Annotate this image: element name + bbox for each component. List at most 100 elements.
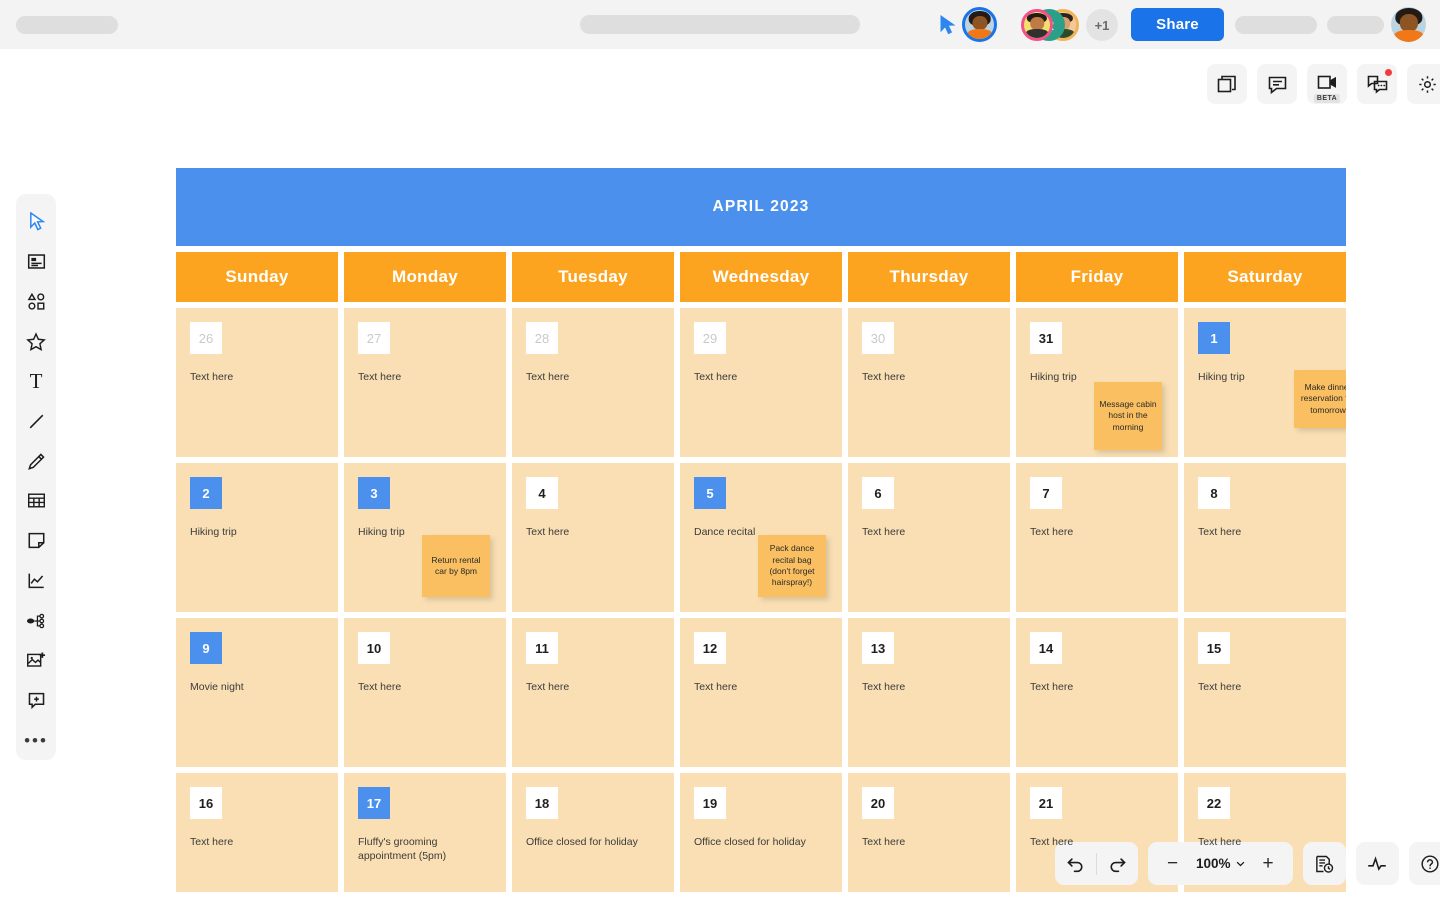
day-cell-text[interactable]: Text here <box>862 525 992 539</box>
gear-icon[interactable] <box>1407 64 1440 104</box>
sticky-note[interactable]: Return rental car by 8pm <box>422 535 490 597</box>
calendar-day-cell[interactable]: 8 Text here <box>1184 463 1346 612</box>
star-icon[interactable] <box>16 322 56 362</box>
day-number[interactable]: 5 <box>694 477 726 509</box>
calendar-day-cell[interactable]: 3 Hiking trip Return rental car by 8pm <box>344 463 506 612</box>
day-cell-text[interactable]: Text here <box>1198 835 1328 849</box>
calendar-day-header[interactable]: Friday <box>1016 252 1178 302</box>
sticky-note-tool[interactable] <box>16 521 56 561</box>
calendar-day-cell[interactable]: 4 Text here <box>512 463 674 612</box>
calendar-day-cell[interactable]: 27 Text here <box>344 308 506 457</box>
day-number[interactable]: 29 <box>694 322 726 354</box>
day-cell-text[interactable]: Text here <box>1198 525 1328 539</box>
day-cell-text[interactable]: Text here <box>694 680 824 694</box>
frames-icon[interactable] <box>1207 64 1247 104</box>
calendar-day-header[interactable]: Sunday <box>176 252 338 302</box>
day-number[interactable]: 16 <box>190 787 222 819</box>
calendar-day-cell[interactable]: 11 Text here <box>512 618 674 767</box>
day-number[interactable]: 10 <box>358 632 390 664</box>
day-number[interactable]: 11 <box>526 632 558 664</box>
avatar-account[interactable] <box>1391 7 1426 42</box>
calendar-day-cell[interactable]: 18 Office closed for holiday <box>512 773 674 892</box>
calendar-day-cell[interactable]: 6 Text here <box>848 463 1010 612</box>
day-cell-text[interactable]: Text here <box>190 370 320 384</box>
calendar-day-header[interactable]: Monday <box>344 252 506 302</box>
calendar-day-cell[interactable]: 31 Hiking trip Message cabin host in the m… <box>1016 308 1178 457</box>
day-number[interactable]: 14 <box>1030 632 1062 664</box>
day-number[interactable]: 9 <box>190 632 222 664</box>
day-number[interactable]: 6 <box>862 477 894 509</box>
avatar-overflow-count[interactable]: +1 <box>1086 9 1118 41</box>
calendar-day-cell[interactable]: 7 Text here <box>1016 463 1178 612</box>
calendar-day-header[interactable]: Wednesday <box>680 252 842 302</box>
day-cell-text[interactable]: Text here <box>1198 680 1328 694</box>
calendar-day-cell[interactable]: 13 Text here <box>848 618 1010 767</box>
day-number[interactable]: 30 <box>862 322 894 354</box>
day-cell-text[interactable]: Text here <box>694 370 824 384</box>
mindmap-tool[interactable] <box>16 601 56 641</box>
calendar-day-header[interactable]: Thursday <box>848 252 1010 302</box>
day-number[interactable]: 28 <box>526 322 558 354</box>
calendar-day-cell[interactable]: 26 Text here <box>176 308 338 457</box>
day-number[interactable]: 21 <box>1030 787 1062 819</box>
day-cell-text[interactable]: Movie night <box>190 680 320 694</box>
day-number[interactable]: 31 <box>1030 322 1062 354</box>
day-number[interactable]: 12 <box>694 632 726 664</box>
comment-icon[interactable] <box>1257 64 1297 104</box>
day-cell-text[interactable]: Text here <box>1030 525 1160 539</box>
line-tool[interactable] <box>16 401 56 441</box>
calendar-day-header[interactable]: Tuesday <box>512 252 674 302</box>
day-number[interactable]: 3 <box>358 477 390 509</box>
day-cell-text[interactable]: Text here <box>862 835 992 849</box>
day-number[interactable]: 2 <box>190 477 222 509</box>
day-cell-text[interactable]: Hiking trip <box>190 525 320 539</box>
upload-image-tool[interactable] <box>16 640 56 680</box>
day-cell-text[interactable]: Text here <box>1030 835 1160 849</box>
board-title-placeholder[interactable] <box>580 15 860 34</box>
header-right-placeholder-1[interactable] <box>1235 16 1317 34</box>
day-cell-text[interactable]: Office closed for holiday <box>694 835 824 849</box>
day-cell-text[interactable]: Text here <box>358 680 488 694</box>
pen-tool[interactable] <box>16 441 56 481</box>
video-chat-icon[interactable]: BETA <box>1307 64 1347 104</box>
sticky-note[interactable]: Pack dance recital bag (don't forget hai… <box>758 535 826 597</box>
chart-tool[interactable] <box>16 561 56 601</box>
add-comment-tool[interactable] <box>16 680 56 720</box>
day-number[interactable]: 26 <box>190 322 222 354</box>
sticky-note[interactable]: Make dinner reservation for tomorrow <box>1294 370 1346 428</box>
day-number[interactable]: 4 <box>526 477 558 509</box>
avatar-self[interactable] <box>962 7 997 42</box>
select-tool[interactable] <box>16 202 56 242</box>
chat-icon[interactable] <box>1357 64 1397 104</box>
more-tools[interactable]: ••• <box>16 720 56 760</box>
day-cell-text[interactable]: Text here <box>526 680 656 694</box>
calendar-day-cell[interactable]: 12 Text here <box>680 618 842 767</box>
calendar-title[interactable]: APRIL 2023 <box>176 168 1346 246</box>
day-number[interactable]: 15 <box>1198 632 1230 664</box>
day-number[interactable]: 27 <box>358 322 390 354</box>
day-cell-text[interactable]: Text here <box>190 835 320 849</box>
calendar-day-cell[interactable]: 14 Text here <box>1016 618 1178 767</box>
avatar-collaborator-1[interactable] <box>1021 9 1053 41</box>
day-cell-text[interactable]: Text here <box>862 370 992 384</box>
calendar-day-cell[interactable]: 5 Dance recital Pack dance recital bag (do… <box>680 463 842 612</box>
calendar-day-cell[interactable]: 2 Hiking trip <box>176 463 338 612</box>
day-number[interactable]: 17 <box>358 787 390 819</box>
calendar-day-header[interactable]: Saturday <box>1184 252 1346 302</box>
table-tool[interactable] <box>16 481 56 521</box>
calendar-day-cell[interactable]: 30 Text here <box>848 308 1010 457</box>
calendar-day-cell[interactable]: 15 Text here <box>1184 618 1346 767</box>
calendar-day-cell[interactable]: 28 Text here <box>512 308 674 457</box>
calendar-day-cell[interactable]: 9 Movie night <box>176 618 338 767</box>
app-logo-placeholder[interactable] <box>16 15 118 34</box>
day-cell-text[interactable]: Office closed for holiday <box>526 835 656 849</box>
calendar-day-cell[interactable]: 17 Fluffy's grooming appointment (5pm) <box>344 773 506 892</box>
day-number[interactable]: 18 <box>526 787 558 819</box>
day-cell-text[interactable]: Text here <box>526 525 656 539</box>
day-cell-text[interactable]: Text here <box>526 370 656 384</box>
day-number[interactable]: 20 <box>862 787 894 819</box>
calendar-day-cell[interactable]: 1Hiking tripMake dinner reservation for … <box>1184 308 1346 457</box>
day-cell-text[interactable]: Text here <box>1030 680 1160 694</box>
day-number[interactable]: 22 <box>1198 787 1230 819</box>
day-number[interactable]: 13 <box>862 632 894 664</box>
